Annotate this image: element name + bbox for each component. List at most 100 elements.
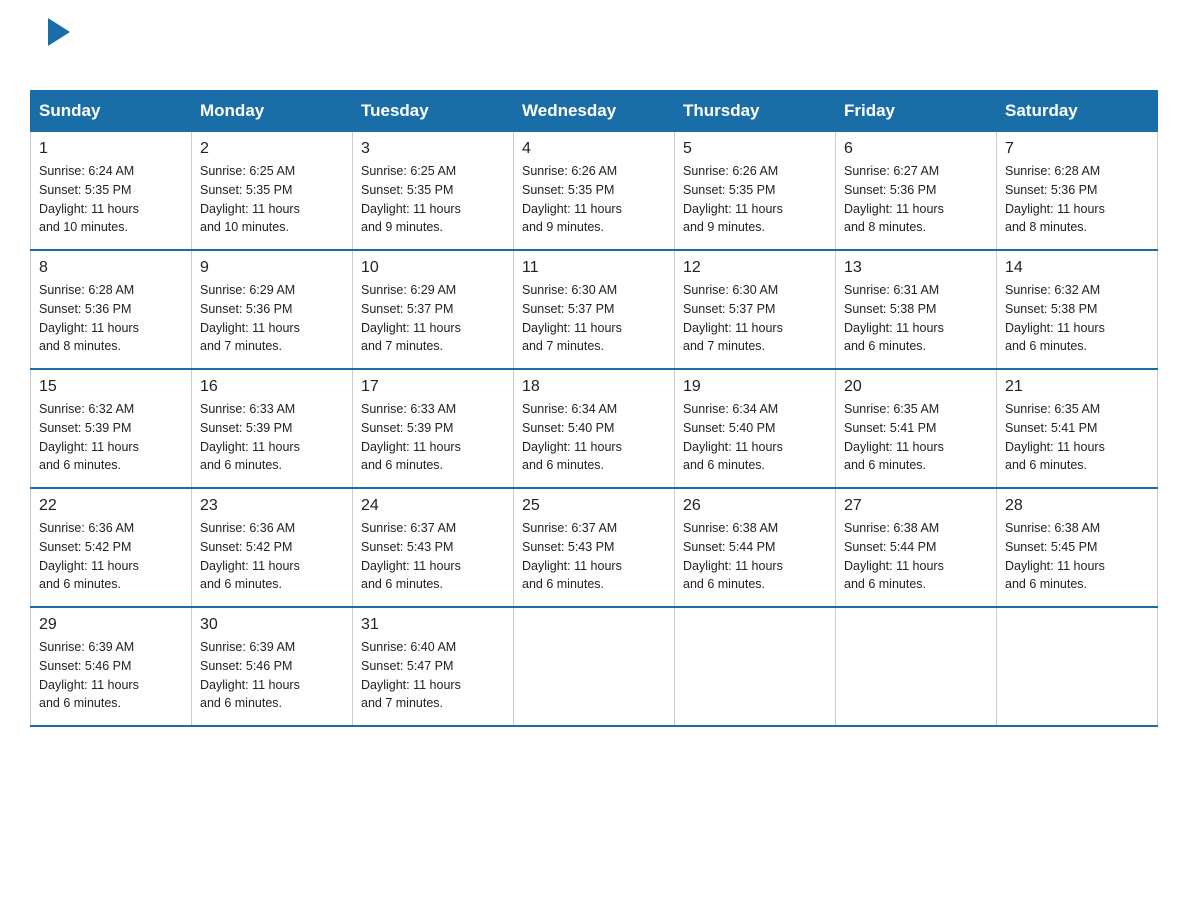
logo-arrow-icon [48, 18, 70, 46]
day-info: Sunrise: 6:38 AMSunset: 5:45 PMDaylight:… [1005, 519, 1149, 594]
day-number: 3 [361, 140, 505, 158]
weekday-header-saturday: Saturday [997, 91, 1158, 132]
logo [30, 20, 70, 70]
day-number: 2 [200, 140, 344, 158]
calendar-cell: 10 Sunrise: 6:29 AMSunset: 5:37 PMDaylig… [353, 250, 514, 369]
calendar-cell: 24 Sunrise: 6:37 AMSunset: 5:43 PMDaylig… [353, 488, 514, 607]
calendar-cell: 14 Sunrise: 6:32 AMSunset: 5:38 PMDaylig… [997, 250, 1158, 369]
day-number: 11 [522, 259, 666, 277]
weekday-header-monday: Monday [192, 91, 353, 132]
calendar-cell: 5 Sunrise: 6:26 AMSunset: 5:35 PMDayligh… [675, 132, 836, 251]
weekday-header-thursday: Thursday [675, 91, 836, 132]
calendar-cell [836, 607, 997, 726]
day-info: Sunrise: 6:31 AMSunset: 5:38 PMDaylight:… [844, 281, 988, 356]
day-info: Sunrise: 6:40 AMSunset: 5:47 PMDaylight:… [361, 638, 505, 713]
day-info: Sunrise: 6:26 AMSunset: 5:35 PMDaylight:… [683, 162, 827, 237]
calendar-cell: 26 Sunrise: 6:38 AMSunset: 5:44 PMDaylig… [675, 488, 836, 607]
day-info: Sunrise: 6:30 AMSunset: 5:37 PMDaylight:… [522, 281, 666, 356]
day-info: Sunrise: 6:33 AMSunset: 5:39 PMDaylight:… [200, 400, 344, 475]
calendar-cell: 6 Sunrise: 6:27 AMSunset: 5:36 PMDayligh… [836, 132, 997, 251]
calendar-cell: 15 Sunrise: 6:32 AMSunset: 5:39 PMDaylig… [31, 369, 192, 488]
day-info: Sunrise: 6:32 AMSunset: 5:39 PMDaylight:… [39, 400, 183, 475]
weekday-header-tuesday: Tuesday [353, 91, 514, 132]
day-number: 25 [522, 497, 666, 515]
calendar-cell: 19 Sunrise: 6:34 AMSunset: 5:40 PMDaylig… [675, 369, 836, 488]
day-number: 6 [844, 140, 988, 158]
day-info: Sunrise: 6:25 AMSunset: 5:35 PMDaylight:… [361, 162, 505, 237]
day-info: Sunrise: 6:27 AMSunset: 5:36 PMDaylight:… [844, 162, 988, 237]
day-info: Sunrise: 6:32 AMSunset: 5:38 PMDaylight:… [1005, 281, 1149, 356]
day-number: 27 [844, 497, 988, 515]
day-number: 4 [522, 140, 666, 158]
calendar-week-row: 15 Sunrise: 6:32 AMSunset: 5:39 PMDaylig… [31, 369, 1158, 488]
day-number: 23 [200, 497, 344, 515]
day-info: Sunrise: 6:28 AMSunset: 5:36 PMDaylight:… [39, 281, 183, 356]
weekday-header-wednesday: Wednesday [514, 91, 675, 132]
calendar-week-row: 8 Sunrise: 6:28 AMSunset: 5:36 PMDayligh… [31, 250, 1158, 369]
calendar-cell: 21 Sunrise: 6:35 AMSunset: 5:41 PMDaylig… [997, 369, 1158, 488]
day-number: 30 [200, 616, 344, 634]
day-info: Sunrise: 6:26 AMSunset: 5:35 PMDaylight:… [522, 162, 666, 237]
day-number: 9 [200, 259, 344, 277]
calendar-cell: 13 Sunrise: 6:31 AMSunset: 5:38 PMDaylig… [836, 250, 997, 369]
day-number: 31 [361, 616, 505, 634]
day-number: 26 [683, 497, 827, 515]
calendar-cell: 31 Sunrise: 6:40 AMSunset: 5:47 PMDaylig… [353, 607, 514, 726]
calendar-cell: 25 Sunrise: 6:37 AMSunset: 5:43 PMDaylig… [514, 488, 675, 607]
calendar-cell: 29 Sunrise: 6:39 AMSunset: 5:46 PMDaylig… [31, 607, 192, 726]
day-number: 15 [39, 378, 183, 396]
calendar-week-row: 1 Sunrise: 6:24 AMSunset: 5:35 PMDayligh… [31, 132, 1158, 251]
day-number: 10 [361, 259, 505, 277]
day-number: 28 [1005, 497, 1149, 515]
day-number: 17 [361, 378, 505, 396]
calendar-cell: 17 Sunrise: 6:33 AMSunset: 5:39 PMDaylig… [353, 369, 514, 488]
calendar-cell: 8 Sunrise: 6:28 AMSunset: 5:36 PMDayligh… [31, 250, 192, 369]
calendar-week-row: 22 Sunrise: 6:36 AMSunset: 5:42 PMDaylig… [31, 488, 1158, 607]
calendar-week-row: 29 Sunrise: 6:39 AMSunset: 5:46 PMDaylig… [31, 607, 1158, 726]
day-number: 13 [844, 259, 988, 277]
weekday-header-row: SundayMondayTuesdayWednesdayThursdayFrid… [31, 91, 1158, 132]
day-number: 21 [1005, 378, 1149, 396]
day-number: 12 [683, 259, 827, 277]
day-number: 5 [683, 140, 827, 158]
calendar-cell: 20 Sunrise: 6:35 AMSunset: 5:41 PMDaylig… [836, 369, 997, 488]
calendar-cell: 3 Sunrise: 6:25 AMSunset: 5:35 PMDayligh… [353, 132, 514, 251]
calendar-table: SundayMondayTuesdayWednesdayThursdayFrid… [30, 90, 1158, 727]
day-number: 7 [1005, 140, 1149, 158]
calendar-cell: 9 Sunrise: 6:29 AMSunset: 5:36 PMDayligh… [192, 250, 353, 369]
calendar-cell: 28 Sunrise: 6:38 AMSunset: 5:45 PMDaylig… [997, 488, 1158, 607]
calendar-cell [997, 607, 1158, 726]
day-info: Sunrise: 6:29 AMSunset: 5:36 PMDaylight:… [200, 281, 344, 356]
day-info: Sunrise: 6:37 AMSunset: 5:43 PMDaylight:… [522, 519, 666, 594]
day-number: 14 [1005, 259, 1149, 277]
day-info: Sunrise: 6:35 AMSunset: 5:41 PMDaylight:… [1005, 400, 1149, 475]
day-info: Sunrise: 6:39 AMSunset: 5:46 PMDaylight:… [200, 638, 344, 713]
day-number: 24 [361, 497, 505, 515]
weekday-header-friday: Friday [836, 91, 997, 132]
day-number: 1 [39, 140, 183, 158]
day-info: Sunrise: 6:35 AMSunset: 5:41 PMDaylight:… [844, 400, 988, 475]
day-number: 19 [683, 378, 827, 396]
day-info: Sunrise: 6:34 AMSunset: 5:40 PMDaylight:… [522, 400, 666, 475]
day-info: Sunrise: 6:39 AMSunset: 5:46 PMDaylight:… [39, 638, 183, 713]
day-info: Sunrise: 6:36 AMSunset: 5:42 PMDaylight:… [200, 519, 344, 594]
day-info: Sunrise: 6:25 AMSunset: 5:35 PMDaylight:… [200, 162, 344, 237]
calendar-cell: 1 Sunrise: 6:24 AMSunset: 5:35 PMDayligh… [31, 132, 192, 251]
calendar-cell [675, 607, 836, 726]
day-info: Sunrise: 6:38 AMSunset: 5:44 PMDaylight:… [683, 519, 827, 594]
day-number: 22 [39, 497, 183, 515]
calendar-cell: 16 Sunrise: 6:33 AMSunset: 5:39 PMDaylig… [192, 369, 353, 488]
calendar-cell: 7 Sunrise: 6:28 AMSunset: 5:36 PMDayligh… [997, 132, 1158, 251]
calendar-cell: 2 Sunrise: 6:25 AMSunset: 5:35 PMDayligh… [192, 132, 353, 251]
day-info: Sunrise: 6:24 AMSunset: 5:35 PMDaylight:… [39, 162, 183, 237]
day-info: Sunrise: 6:28 AMSunset: 5:36 PMDaylight:… [1005, 162, 1149, 237]
day-info: Sunrise: 6:30 AMSunset: 5:37 PMDaylight:… [683, 281, 827, 356]
weekday-header-sunday: Sunday [31, 91, 192, 132]
calendar-cell: 30 Sunrise: 6:39 AMSunset: 5:46 PMDaylig… [192, 607, 353, 726]
day-info: Sunrise: 6:37 AMSunset: 5:43 PMDaylight:… [361, 519, 505, 594]
day-info: Sunrise: 6:34 AMSunset: 5:40 PMDaylight:… [683, 400, 827, 475]
day-number: 16 [200, 378, 344, 396]
calendar-cell: 4 Sunrise: 6:26 AMSunset: 5:35 PMDayligh… [514, 132, 675, 251]
calendar-cell: 12 Sunrise: 6:30 AMSunset: 5:37 PMDaylig… [675, 250, 836, 369]
calendar-cell: 11 Sunrise: 6:30 AMSunset: 5:37 PMDaylig… [514, 250, 675, 369]
